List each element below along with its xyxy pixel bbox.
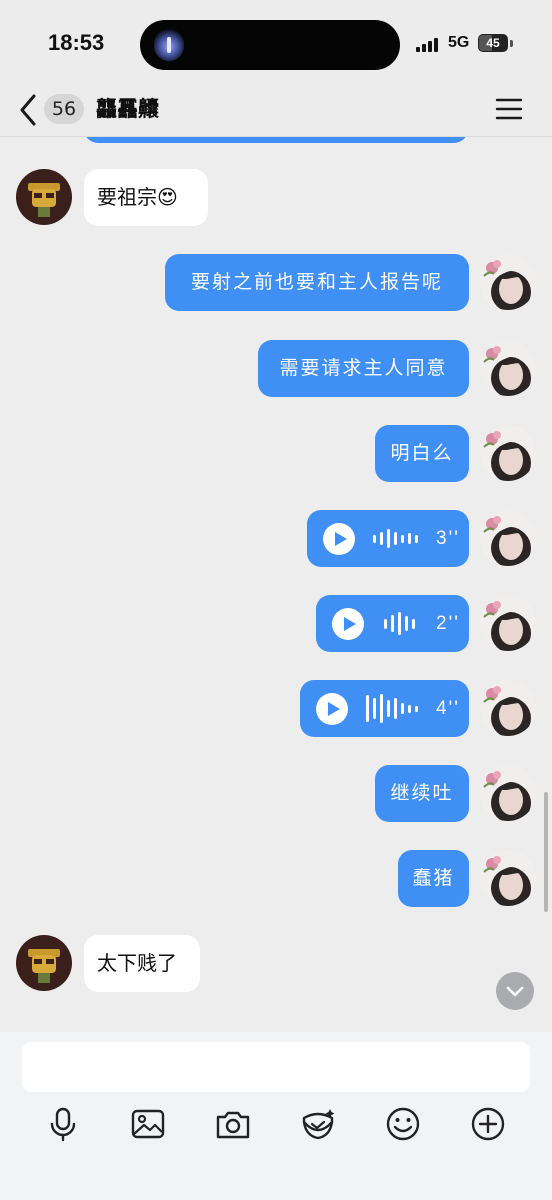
message-bubble[interactable]: 要祖宗😍 (84, 169, 208, 226)
contact-avatar[interactable] (16, 169, 72, 225)
dynamic-island (140, 20, 400, 70)
message-bubble[interactable]: 蠢猪 (398, 850, 469, 907)
signal-icon (416, 36, 442, 52)
chat-header: 56 龘靐齉 (0, 86, 552, 137)
play-icon[interactable] (332, 608, 364, 640)
chat-title[interactable]: 龘靐齉 (96, 94, 159, 124)
battery-icon: 45 (478, 34, 508, 52)
user-avatar-image (480, 595, 536, 651)
message-text: 太下贱了 (97, 951, 177, 975)
plus-icon (471, 1107, 505, 1141)
unread-count-badge[interactable]: 56 (44, 94, 84, 124)
menu-button[interactable] (494, 94, 524, 124)
my-avatar[interactable] (480, 595, 536, 651)
waveform-icon (373, 510, 421, 567)
my-avatar[interactable] (480, 850, 536, 906)
voice-duration: 4'' (436, 698, 460, 719)
hamburger-menu-icon (495, 98, 523, 120)
camera-button[interactable] (213, 1104, 253, 1144)
message-list[interactable]: 要祖宗😍 要射之前也要和主人报告呢 需要请求主人同意 明白么 3'' 2'' 4… (0, 137, 552, 1032)
voice-message-bubble[interactable]: 3'' (307, 510, 469, 567)
network-label: 5G (448, 34, 470, 51)
message-bubble[interactable]: 需要请求主人同意 (258, 340, 469, 397)
chevron-down-icon (506, 986, 524, 997)
camera-icon (216, 1111, 250, 1139)
voice-duration: 2'' (436, 613, 460, 634)
user-avatar-image (480, 254, 536, 310)
user-avatar-image (480, 510, 536, 566)
red-packet-button[interactable] (298, 1104, 338, 1144)
contact-avatar[interactable] (16, 935, 72, 991)
status-bar: 18:53 5G 45 (0, 0, 552, 86)
flashlight-icon (154, 29, 184, 61)
message-text: 明白么 (390, 442, 454, 464)
message-text: 继续吐 (390, 782, 454, 804)
message-input[interactable] (22, 1042, 530, 1092)
scroll-to-bottom-button[interactable] (496, 972, 534, 1010)
message-bubble[interactable]: 继续吐 (375, 765, 469, 822)
battery-level: 45 (486, 36, 500, 50)
my-avatar[interactable] (480, 254, 536, 310)
message-text: 要祖宗😍 (97, 185, 178, 209)
message-text: 需要请求主人同意 (279, 357, 448, 379)
image-icon (131, 1109, 165, 1139)
status-time: 18:53 (48, 30, 105, 55)
chat-screen: 18:53 5G 45 56 龘靐齉 要祖宗😍 要射之前也要和主人报告呢 需要请… (0, 0, 552, 1200)
my-avatar[interactable] (480, 340, 536, 396)
scrollbar[interactable] (544, 792, 548, 912)
play-icon[interactable] (323, 523, 355, 555)
voice-input-button[interactable] (43, 1104, 83, 1144)
more-button[interactable] (468, 1104, 508, 1144)
chevron-left-icon (20, 94, 36, 126)
waveform-icon (384, 595, 416, 652)
my-avatar[interactable] (480, 765, 536, 821)
user-avatar-image (480, 765, 536, 821)
voice-duration: 3'' (436, 528, 460, 549)
user-avatar-image (480, 340, 536, 396)
red-packet-icon (302, 1109, 335, 1140)
my-avatar[interactable] (480, 510, 536, 566)
message-text: 蠢猪 (412, 867, 455, 889)
voice-message-bubble[interactable]: 4'' (300, 680, 469, 737)
message-bubble[interactable]: 要射之前也要和主人报告呢 (165, 254, 469, 311)
user-avatar-image (480, 425, 536, 481)
play-icon[interactable] (316, 693, 348, 725)
message-bubble[interactable]: 明白么 (375, 425, 469, 482)
microphone-icon (50, 1107, 76, 1142)
user-avatar-image (480, 680, 536, 736)
waveform-icon (366, 680, 422, 737)
emoji-button[interactable] (383, 1104, 423, 1144)
emoji-icon (386, 1107, 420, 1141)
photo-button[interactable] (128, 1104, 168, 1144)
message-bubble[interactable]: 太下贱了 (84, 935, 200, 992)
back-button[interactable] (14, 92, 44, 128)
message-text: 要射之前也要和主人报告呢 (190, 271, 443, 293)
user-avatar-image (480, 850, 536, 906)
message-bubble-partial[interactable] (84, 137, 468, 143)
voice-message-bubble[interactable]: 2'' (316, 595, 469, 652)
my-avatar[interactable] (480, 425, 536, 481)
my-avatar[interactable] (480, 680, 536, 736)
input-panel (0, 1032, 552, 1200)
battery-cap (510, 40, 513, 47)
